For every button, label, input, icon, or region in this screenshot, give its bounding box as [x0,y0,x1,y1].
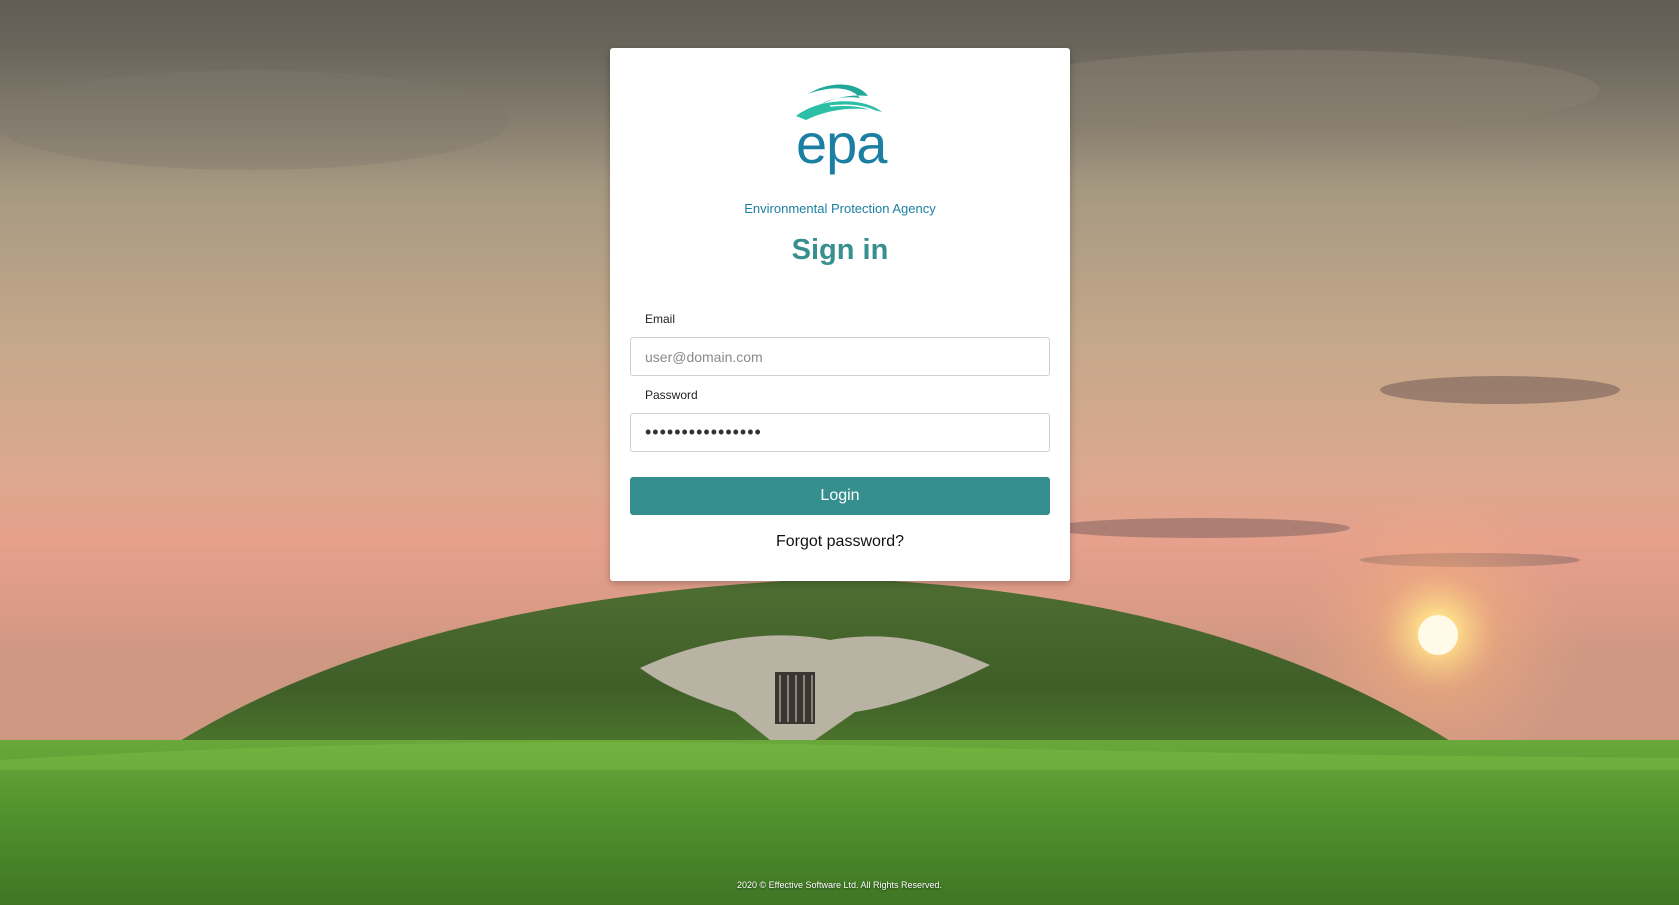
password-field[interactable] [630,413,1050,452]
email-label: Email [645,312,676,326]
email-field[interactable] [630,337,1050,376]
login-button[interactable]: Login [630,477,1050,515]
signin-card: epa Environmental Protection Agency Sign… [610,48,1070,581]
forgot-password-link[interactable]: Forgot password? [610,533,1070,551]
epa-logo: epa Environmental Protection Agency [740,76,940,216]
footer-copyright: 2020 © Effective Software Ltd. All Right… [736,880,943,890]
password-label: Password [645,388,698,402]
logo-subtitle: Environmental Protection Agency [744,201,936,216]
page-title: Sign in [791,234,889,266]
logo-word: epa [796,112,887,175]
